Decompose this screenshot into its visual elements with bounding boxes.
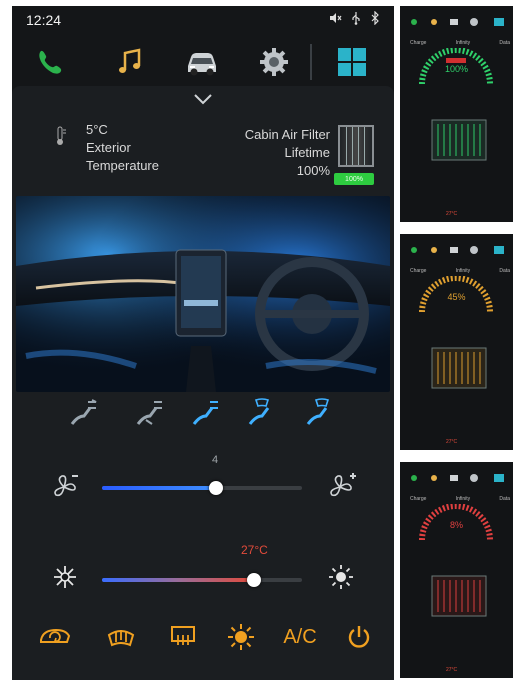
temperature-row [12,558,394,598]
exterior-temperature: 5°C Exterior Temperature [52,121,182,191]
preview-percent: 100% [444,64,469,74]
rear-defrost-icon[interactable] [166,620,200,654]
filter-image [338,125,374,167]
preview-tabs: Charge Infinity Data [410,496,510,502]
tab-infinity: Infinity [455,268,471,274]
car-interior-image [16,196,390,392]
filter-3d-icon [431,119,487,161]
filter-label-2: Lifetime [284,145,330,160]
preview-thumbnail: Charge Infinity Data 8% 27°C [400,462,513,678]
preview-percent: 8% [449,520,463,530]
preview-nav-icons [411,18,504,26]
music-icon[interactable] [112,44,148,80]
temperature-fill [102,578,254,582]
vent-face-feet-icon[interactable] [132,398,168,426]
top-navigation [12,36,394,84]
fan-decrease-icon[interactable] [50,472,80,502]
fan-speed-knob[interactable] [209,481,223,495]
clock: 12:24 [26,12,62,28]
fan-speed-fill [102,486,216,490]
status-bar: 12:24 [12,6,394,34]
vent-defrost-icon[interactable] [302,398,338,426]
fan-speed-slider[interactable] [102,481,302,495]
car-icon[interactable] [182,44,222,80]
temperature-slider[interactable] [102,573,302,587]
preview-tabs: Charge Infinity Data [410,40,510,46]
tab-charge: Charge [410,40,427,46]
recirculation-icon[interactable] [38,620,72,654]
tab-data: Data [499,496,510,502]
filter-percent: 100% [296,163,330,178]
fan-level-label: 4 [212,454,219,466]
exterior-temp-label-2: Temperature [86,158,159,173]
cold-snowflake-icon[interactable] [52,564,78,590]
bottom-controls: A/C [12,616,394,660]
preview-bottom-bar: 27°C [400,664,513,678]
brightness-icon[interactable] [224,620,258,654]
preview-nav-icons [411,246,504,254]
exterior-temp-label-1: Exterior [86,140,131,155]
usb-icon [352,12,360,25]
filter-3d-icon [431,575,487,617]
tab-infinity: Infinity [455,40,471,46]
filter-status-previews: Charge Infinity Data 100% 27°C Charge Infin… [400,6,513,680]
fan-increase-icon[interactable] [326,472,358,502]
preview-bottom-bar: 27°C [400,436,513,450]
bluetooth-icon [371,11,379,25]
settings-gear-icon[interactable] [256,44,292,80]
fan-speed-row [12,466,394,506]
preview-temp: 27°C [446,211,458,217]
tab-charge: Charge [410,496,427,502]
preview-percent: 45% [447,292,466,302]
preview-nav-icons [411,474,504,482]
tab-data: Data [499,40,510,46]
preview-thumbnail: Charge Infinity Data 100% 27°C [400,6,513,222]
preview-tabs: Charge Infinity Data [410,268,510,274]
vent-feet-defrost-icon[interactable] [244,398,280,426]
preview-thumbnail: Charge Infinity Data 45% 27°C [400,234,513,450]
vent-face-icon[interactable] [66,398,102,426]
filter-progress-bar: 100% [334,173,374,185]
chevron-down-icon[interactable] [192,92,214,106]
exterior-temp-value: 5°C [86,122,108,137]
filter-3d-icon [431,347,487,389]
tab-infinity: Infinity [455,496,471,502]
mute-icon [330,13,342,23]
power-icon[interactable] [342,620,376,654]
filter-label-1: Cabin Air Filter [244,127,330,142]
airflow-modes [12,398,394,428]
preview-temp: 27°C [446,439,458,445]
temperature-label: 27°C [241,543,268,557]
warm-sun-icon[interactable] [328,564,354,590]
vent-feet-icon[interactable] [188,398,224,426]
preview-bottom-bar: 27°C [400,208,513,222]
apps-grid-icon[interactable] [334,44,370,80]
nav-divider [310,44,312,80]
climate-panel: 5°C Exterior Temperature Cabin Air Filte… [12,86,394,680]
preview-temp: 27°C [446,667,458,673]
climate-screen: 12:24 5°C Exterior Temperature Cabin Air… [12,6,394,680]
thermometer-icon [57,126,66,145]
tab-charge: Charge [410,268,427,274]
front-defrost-icon[interactable] [104,620,138,654]
ac-button[interactable]: A/C [280,620,320,654]
temperature-knob[interactable] [247,573,261,587]
filter-progress-fill: 100% [334,173,374,185]
tab-data: Data [499,268,510,274]
phone-icon[interactable] [32,44,68,80]
